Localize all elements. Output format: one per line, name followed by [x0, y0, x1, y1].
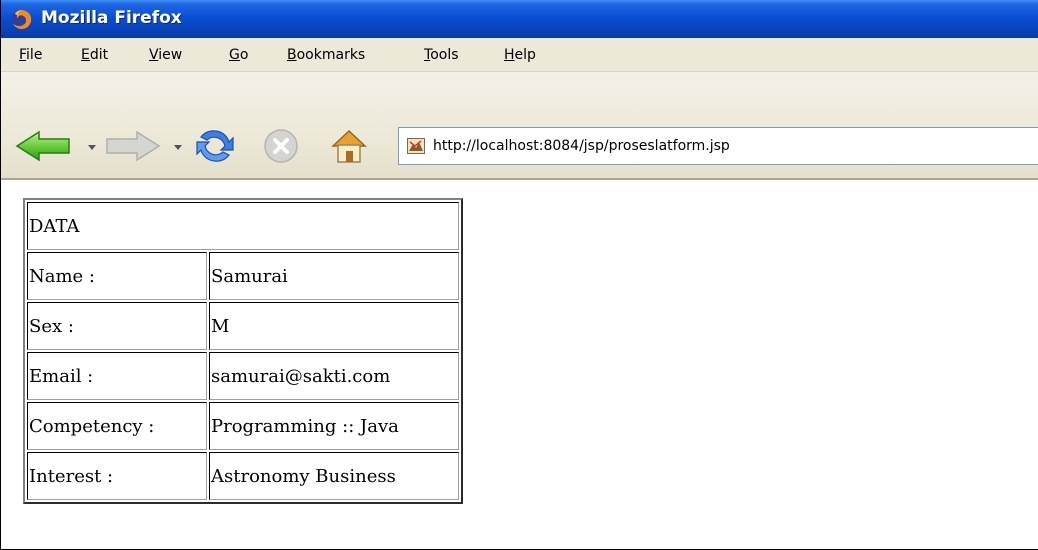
- menu-edit[interactable]: Edit: [81, 47, 108, 63]
- forward-dropdown-icon[interactable]: [174, 145, 182, 150]
- row-value: samurai@sakti.com: [209, 352, 459, 400]
- menu-go[interactable]: Go: [229, 47, 248, 63]
- row-value: M: [209, 302, 459, 350]
- back-dropdown-icon[interactable]: [88, 145, 96, 150]
- stop-icon[interactable]: [263, 128, 299, 164]
- row-label: Interest :: [27, 452, 207, 500]
- page-content: DATA Name : Samurai Sex : M Email : samu…: [2, 182, 1038, 549]
- table-header-row: DATA: [27, 202, 459, 250]
- firefox-logo-icon: [11, 9, 32, 30]
- table-row: Name : Samurai: [27, 252, 459, 300]
- table-row: Competency : Programming :: Java: [27, 402, 459, 450]
- home-icon[interactable]: [329, 126, 369, 166]
- table-row: Sex : M: [27, 302, 459, 350]
- table-row: Interest : Astronomy Business: [27, 452, 459, 500]
- row-value: Samurai: [209, 252, 459, 300]
- window-title: Mozilla Firefox: [41, 8, 182, 28]
- table-row: Email : samurai@sakti.com: [27, 352, 459, 400]
- menu-bar: File Edit View Go Bookmarks Tools Help: [1, 38, 1038, 72]
- title-bar[interactable]: Mozilla Firefox: [1, 0, 1038, 38]
- url-field[interactable]: http://localhost:8084/jsp/proseslatform.…: [398, 127, 1038, 165]
- menu-bookmarks[interactable]: Bookmarks: [287, 47, 365, 63]
- page-favicon-icon: [407, 138, 425, 154]
- menu-view[interactable]: View: [149, 47, 182, 63]
- row-label: Competency :: [27, 402, 207, 450]
- forward-icon[interactable]: [105, 130, 161, 162]
- row-label: Name :: [27, 252, 207, 300]
- url-text: http://localhost:8084/jsp/proseslatform.…: [433, 138, 730, 154]
- row-label: Email :: [27, 352, 207, 400]
- reload-icon[interactable]: [195, 126, 235, 166]
- back-icon[interactable]: [15, 130, 71, 162]
- row-value: Astronomy Business: [209, 452, 459, 500]
- navigation-toolbar: http://localhost:8084/jsp/proseslatform.…: [1, 72, 1038, 180]
- table-header-cell: DATA: [27, 202, 459, 250]
- row-label: Sex :: [27, 302, 207, 350]
- menu-help[interactable]: Help: [504, 47, 536, 63]
- data-table: DATA Name : Samurai Sex : M Email : samu…: [23, 198, 463, 504]
- browser-window: Mozilla Firefox File Edit View Go Bookma…: [0, 0, 1038, 550]
- menu-file[interactable]: File: [19, 47, 42, 63]
- row-value: Programming :: Java: [209, 402, 459, 450]
- menu-tools[interactable]: Tools: [424, 47, 459, 63]
